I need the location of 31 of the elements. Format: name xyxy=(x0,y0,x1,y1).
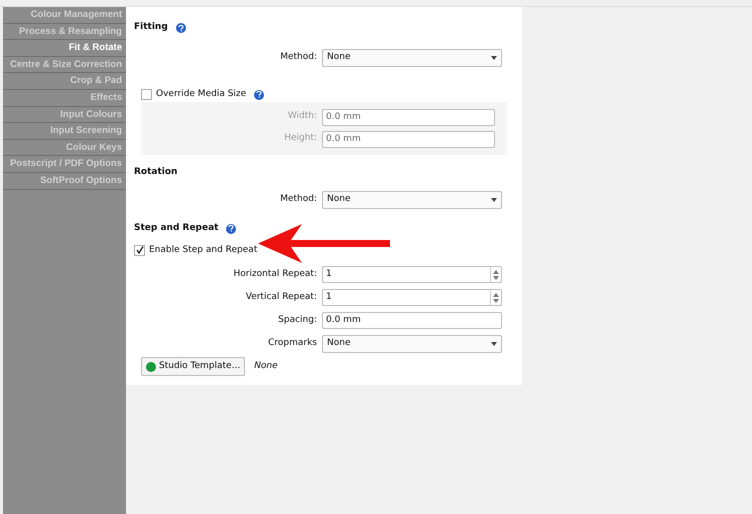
studio-template-button[interactable]: Studio Template... xyxy=(141,357,246,376)
checkbox-label: Enable Step and Repeat xyxy=(149,244,258,256)
input-field[interactable]: 0.0 mm xyxy=(322,312,502,329)
spinner-icon[interactable] xyxy=(490,267,501,282)
field-label: Method: xyxy=(279,51,318,64)
field-label: Width: xyxy=(286,110,318,124)
dropdown[interactable]: None xyxy=(322,335,502,353)
dropdown[interactable]: None xyxy=(322,190,502,208)
checkbox-label: Override Media Size xyxy=(156,88,246,101)
checkbox[interactable] xyxy=(134,244,145,256)
field-label: Vertical Repeat: xyxy=(244,290,318,304)
spinner-icon[interactable] xyxy=(490,290,501,305)
help-icon[interactable] xyxy=(254,90,264,100)
caret-icon xyxy=(491,342,497,346)
input-field[interactable]: 1 xyxy=(322,289,502,306)
help-icon[interactable] xyxy=(176,23,186,33)
section-heading: Step and Repeat xyxy=(134,222,218,235)
field-label: Spacing: xyxy=(277,314,318,327)
caret-icon xyxy=(491,56,497,60)
field-label: Height: xyxy=(283,132,318,146)
template-value: None xyxy=(254,360,278,373)
help-icon[interactable] xyxy=(226,224,236,234)
section-heading: Fitting xyxy=(134,21,168,34)
field-label: Method: xyxy=(279,192,318,206)
section-heading: Rotation xyxy=(134,166,178,179)
dropdown[interactable]: None xyxy=(322,49,502,67)
checkbox[interactable] xyxy=(141,89,152,100)
input-field[interactable]: 1 xyxy=(322,266,502,283)
field-label: Horizontal Repeat: xyxy=(232,268,318,281)
caret-icon xyxy=(491,198,497,202)
field-label: Cropmarks xyxy=(267,337,318,350)
